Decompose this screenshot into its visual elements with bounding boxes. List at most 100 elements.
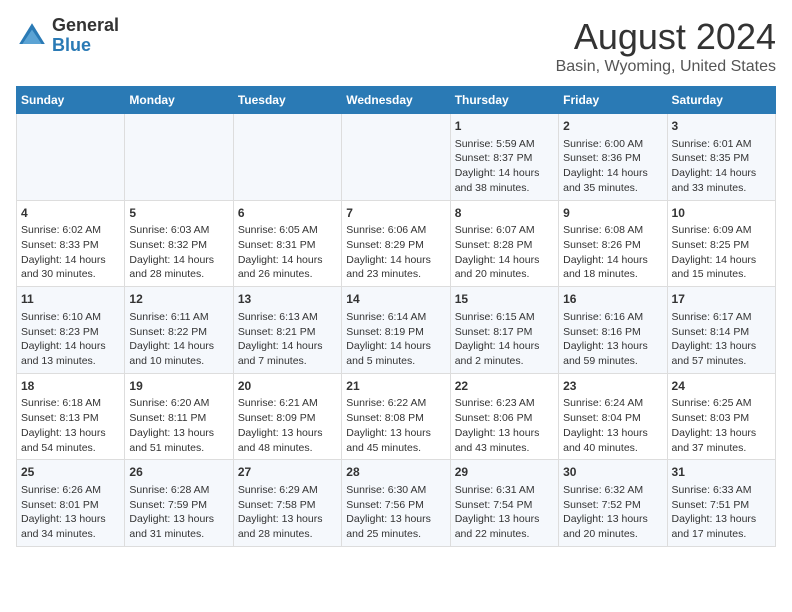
day-info: Sunrise: 6:20 AM Sunset: 8:11 PM Dayligh…	[129, 396, 228, 455]
calendar-cell: 5Sunrise: 6:03 AM Sunset: 8:32 PM Daylig…	[125, 200, 233, 287]
calendar-cell: 22Sunrise: 6:23 AM Sunset: 8:06 PM Dayli…	[450, 373, 558, 460]
day-number: 16	[563, 291, 662, 308]
calendar-cell: 10Sunrise: 6:09 AM Sunset: 8:25 PM Dayli…	[667, 200, 775, 287]
logo: General Blue	[16, 16, 119, 56]
day-info: Sunrise: 6:16 AM Sunset: 8:16 PM Dayligh…	[563, 310, 662, 369]
day-number: 12	[129, 291, 228, 308]
day-number: 29	[455, 464, 554, 481]
calendar-cell: 12 Sunrise: 6:11 AM Sunset: 8:22 PM Dayli…	[125, 287, 233, 374]
day-number: 3	[672, 118, 771, 135]
calendar-cell: 8Sunrise: 6:07 AM Sunset: 8:28 PM Daylig…	[450, 200, 558, 287]
day-number: 8	[455, 205, 554, 222]
day-number: 21	[346, 378, 445, 395]
day-info: Sunrise: 6:25 AM Sunset: 8:03 PM Dayligh…	[672, 396, 771, 455]
day-info: Sunrise: 6:02 AM Sunset: 8:33 PM Dayligh…	[21, 223, 120, 282]
header-day-thursday: Thursday	[450, 87, 558, 114]
calendar-cell: 30Sunrise: 6:32 AM Sunset: 7:52 PM Dayli…	[559, 460, 667, 547]
day-number: 7	[346, 205, 445, 222]
day-number: 4	[21, 205, 120, 222]
day-info: Sunrise: 6:06 AM Sunset: 8:29 PM Dayligh…	[346, 223, 445, 282]
calendar-cell: 4Sunrise: 6:02 AM Sunset: 8:33 PM Daylig…	[17, 200, 125, 287]
day-info: Sunrise: 6:21 AM Sunset: 8:09 PM Dayligh…	[238, 396, 337, 455]
day-number: 19	[129, 378, 228, 395]
header-day-sunday: Sunday	[17, 87, 125, 114]
day-number: 11	[21, 291, 120, 308]
week-row-2: 4Sunrise: 6:02 AM Sunset: 8:33 PM Daylig…	[17, 200, 776, 287]
calendar-cell: 23Sunrise: 6:24 AM Sunset: 8:04 PM Dayli…	[559, 373, 667, 460]
day-info: Sunrise: 6:11 AM Sunset: 8:22 PM Dayligh…	[129, 310, 228, 369]
calendar-cell: 7Sunrise: 6:06 AM Sunset: 8:29 PM Daylig…	[342, 200, 450, 287]
day-info: Sunrise: 6:30 AM Sunset: 7:56 PM Dayligh…	[346, 483, 445, 542]
calendar-cell	[342, 114, 450, 201]
main-title: August 2024	[556, 16, 776, 58]
day-number: 27	[238, 464, 337, 481]
calendar-cell: 28 Sunrise: 6:30 AM Sunset: 7:56 PM Dayli…	[342, 460, 450, 547]
calendar-cell: 20Sunrise: 6:21 AM Sunset: 8:09 PM Dayli…	[233, 373, 341, 460]
calendar-cell	[125, 114, 233, 201]
calendar-cell: 24Sunrise: 6:25 AM Sunset: 8:03 PM Dayli…	[667, 373, 775, 460]
calendar-cell: 31Sunrise: 6:33 AM Sunset: 7:51 PM Dayli…	[667, 460, 775, 547]
week-row-1: 1Sunrise: 5:59 AM Sunset: 8:37 PM Daylig…	[17, 114, 776, 201]
day-number: 6	[238, 205, 337, 222]
calendar-cell	[17, 114, 125, 201]
day-number: 18	[21, 378, 120, 395]
calendar-cell: 29 Sunrise: 6:31 AM Sunset: 7:54 PM Dayli…	[450, 460, 558, 547]
calendar-cell: 9Sunrise: 6:08 AM Sunset: 8:26 PM Daylig…	[559, 200, 667, 287]
subtitle: Basin, Wyoming, United States	[556, 58, 776, 76]
logo-icon	[16, 20, 48, 52]
calendar-cell: 27 Sunrise: 6:29 AM Sunset: 7:58 PM Dayli…	[233, 460, 341, 547]
day-info: Sunrise: 6:07 AM Sunset: 8:28 PM Dayligh…	[455, 223, 554, 282]
day-number: 5	[129, 205, 228, 222]
day-number: 23	[563, 378, 662, 395]
week-row-3: 11Sunrise: 6:10 AM Sunset: 8:23 PM Dayli…	[17, 287, 776, 374]
day-info: Sunrise: 6:17 AM Sunset: 8:14 PM Dayligh…	[672, 310, 771, 369]
header-day-friday: Friday	[559, 87, 667, 114]
day-number: 26	[129, 464, 228, 481]
header-row: SundayMondayTuesdayWednesdayThursdayFrid…	[17, 87, 776, 114]
week-row-4: 18Sunrise: 6:18 AM Sunset: 8:13 PM Dayli…	[17, 373, 776, 460]
header-day-wednesday: Wednesday	[342, 87, 450, 114]
calendar-cell: 1Sunrise: 5:59 AM Sunset: 8:37 PM Daylig…	[450, 114, 558, 201]
day-info: Sunrise: 6:18 AM Sunset: 8:13 PM Dayligh…	[21, 396, 120, 455]
day-info: Sunrise: 6:01 AM Sunset: 8:35 PM Dayligh…	[672, 137, 771, 196]
day-info: Sunrise: 6:00 AM Sunset: 8:36 PM Dayligh…	[563, 137, 662, 196]
day-info: Sunrise: 6:08 AM Sunset: 8:26 PM Dayligh…	[563, 223, 662, 282]
day-info: Sunrise: 5:59 AM Sunset: 8:37 PM Dayligh…	[455, 137, 554, 196]
day-info: Sunrise: 6:28 AM Sunset: 7:59 PM Dayligh…	[129, 483, 228, 542]
calendar-table: SundayMondayTuesdayWednesdayThursdayFrid…	[16, 86, 776, 547]
day-number: 31	[672, 464, 771, 481]
day-info: Sunrise: 6:14 AM Sunset: 8:19 PM Dayligh…	[346, 310, 445, 369]
calendar-cell: 21Sunrise: 6:22 AM Sunset: 8:08 PM Dayli…	[342, 373, 450, 460]
day-number: 24	[672, 378, 771, 395]
day-info: Sunrise: 6:05 AM Sunset: 8:31 PM Dayligh…	[238, 223, 337, 282]
day-number: 28	[346, 464, 445, 481]
calendar-cell: 15Sunrise: 6:15 AM Sunset: 8:17 PM Dayli…	[450, 287, 558, 374]
week-row-5: 25 Sunrise: 6:26 AM Sunset: 8:01 PM Dayli…	[17, 460, 776, 547]
day-number: 25	[21, 464, 120, 481]
calendar-cell: 14Sunrise: 6:14 AM Sunset: 8:19 PM Dayli…	[342, 287, 450, 374]
calendar-body: 1Sunrise: 5:59 AM Sunset: 8:37 PM Daylig…	[17, 114, 776, 547]
day-info: Sunrise: 6:26 AM Sunset: 8:01 PM Dayligh…	[21, 483, 120, 542]
logo-text: General Blue	[52, 16, 119, 56]
day-number: 30	[563, 464, 662, 481]
calendar-cell: 17Sunrise: 6:17 AM Sunset: 8:14 PM Dayli…	[667, 287, 775, 374]
calendar-cell: 13Sunrise: 6:13 AM Sunset: 8:21 PM Dayli…	[233, 287, 341, 374]
day-number: 9	[563, 205, 662, 222]
day-info: Sunrise: 6:23 AM Sunset: 8:06 PM Dayligh…	[455, 396, 554, 455]
title-block: August 2024 Basin, Wyoming, United State…	[556, 16, 776, 76]
logo-blue: Blue	[52, 35, 91, 55]
day-info: Sunrise: 6:09 AM Sunset: 8:25 PM Dayligh…	[672, 223, 771, 282]
calendar-cell: 26 Sunrise: 6:28 AM Sunset: 7:59 PM Dayli…	[125, 460, 233, 547]
calendar-cell: 11Sunrise: 6:10 AM Sunset: 8:23 PM Dayli…	[17, 287, 125, 374]
calendar-cell	[233, 114, 341, 201]
page-header: General Blue August 2024 Basin, Wyoming,…	[16, 16, 776, 76]
day-info: Sunrise: 6:13 AM Sunset: 8:21 PM Dayligh…	[238, 310, 337, 369]
day-info: Sunrise: 6:22 AM Sunset: 8:08 PM Dayligh…	[346, 396, 445, 455]
header-day-monday: Monday	[125, 87, 233, 114]
day-info: Sunrise: 6:31 AM Sunset: 7:54 PM Dayligh…	[455, 483, 554, 542]
calendar-cell: 3 Sunrise: 6:01 AM Sunset: 8:35 PM Daylig…	[667, 114, 775, 201]
day-number: 2	[563, 118, 662, 135]
day-info: Sunrise: 6:29 AM Sunset: 7:58 PM Dayligh…	[238, 483, 337, 542]
header-day-saturday: Saturday	[667, 87, 775, 114]
day-number: 10	[672, 205, 771, 222]
